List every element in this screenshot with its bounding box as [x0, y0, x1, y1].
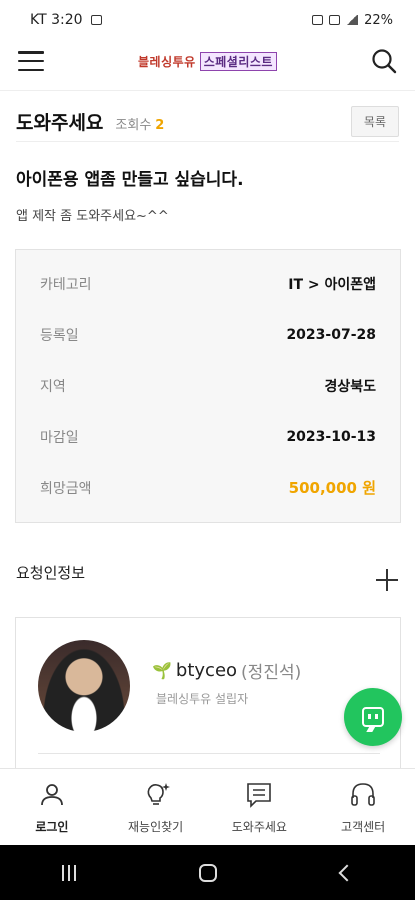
back-icon[interactable]	[338, 864, 356, 881]
status-bar: KT 3:20 22%	[0, 0, 415, 40]
info-value: 경상북도	[324, 378, 376, 395]
views-label: 조회수	[115, 118, 152, 133]
notification-icon	[90, 15, 102, 25]
info-label: 희망금액	[40, 480, 92, 497]
page-title: 도와주세요	[16, 112, 104, 134]
sprout-icon: 🌱	[152, 661, 172, 680]
system-nav-bar	[0, 845, 415, 900]
info-label: 마감일	[40, 429, 79, 446]
nav-label: 재능인찾기	[128, 819, 184, 834]
info-box: 카테고리 IT > 아이폰앱 등록일 2023-07-28 지역 경상북도 마감…	[15, 249, 401, 523]
nav-help-request[interactable]: 도와주세요	[208, 769, 312, 845]
profile-card: 🌱 btyceo (정진석) 블레싱투유 설립자	[15, 617, 401, 787]
post-title: 아이폰용 앱좀 만들고 싶습니다.	[16, 170, 244, 190]
info-row-deadline: 마감일 2023-10-13	[40, 411, 376, 462]
status-left: KT 3:20	[30, 12, 102, 28]
info-value: 2023-07-28	[286, 326, 376, 343]
avatar[interactable]	[38, 640, 130, 732]
user-icon	[40, 783, 63, 805]
plus-icon[interactable]	[373, 566, 401, 594]
info-label: 카테고리	[40, 276, 92, 293]
info-row-category: 카테고리 IT > 아이폰앱	[40, 258, 376, 309]
view-count: 조회수 2	[115, 114, 164, 133]
signal-icon	[346, 15, 359, 25]
profile-name: 🌱 btyceo (정진석)	[152, 658, 301, 683]
chat-button[interactable]	[344, 688, 402, 746]
info-label: 지역	[40, 378, 66, 395]
post-body: 앱 제작 좀 도와주세요~^^	[16, 209, 169, 224]
headset-icon	[351, 782, 375, 806]
header-divider	[0, 90, 415, 91]
alarm-icon	[312, 15, 324, 25]
price-value: 500,000 원	[288, 479, 376, 497]
page-head: 도와주세요 조회수 2 목록	[16, 106, 399, 142]
logo-text-2: 스페셜리스트	[199, 51, 277, 71]
bottom-nav: 로그인 재능인찾기 도와주세요 고객센터	[0, 768, 415, 845]
nav-customer-center[interactable]: 고객센터	[311, 769, 415, 845]
info-value: IT > 아이폰앱	[288, 276, 376, 293]
home-icon[interactable]	[199, 863, 218, 882]
real-name: (정진석)	[241, 663, 302, 683]
nav-find-talent[interactable]: 재능인찾기	[104, 769, 208, 845]
views-number: 2	[155, 118, 165, 133]
info-label: 등록일	[40, 327, 79, 344]
logo-text-1: 블레싱투유	[138, 54, 196, 69]
nav-label: 고객센터	[341, 819, 386, 834]
card-divider	[38, 753, 380, 754]
info-row-price: 희망금액 500,000 원	[40, 462, 376, 513]
search-icon[interactable]	[371, 48, 397, 74]
carrier-time: KT 3:20	[30, 12, 83, 28]
nav-label: 도와주세요	[231, 819, 287, 834]
info-row-registered: 등록일 2023-07-28	[40, 309, 376, 360]
nav-login[interactable]: 로그인	[0, 769, 104, 845]
list-button[interactable]: 목록	[350, 106, 399, 137]
profile-role: 블레싱투유 설립자	[156, 692, 249, 706]
recents-icon[interactable]	[61, 864, 76, 881]
logo[interactable]: 블레싱투유 스페셜리스트	[138, 51, 277, 71]
info-value: 2023-10-13	[286, 428, 376, 445]
app-header: 블레싱투유 스페셜리스트	[0, 40, 415, 82]
page-title-group: 도와주세요 조회수 2	[16, 108, 164, 135]
lightbulb-icon	[147, 782, 170, 805]
menu-icon[interactable]	[18, 51, 44, 71]
message-list-icon	[247, 782, 272, 808]
battery-level: 22%	[364, 12, 393, 28]
status-right: 22%	[312, 13, 393, 28]
wifi-icon	[329, 15, 341, 25]
username[interactable]: btyceo	[176, 660, 237, 681]
info-row-region: 지역 경상북도	[40, 360, 376, 411]
nav-label: 로그인	[35, 819, 69, 834]
requester-section-title: 요청인정보	[16, 564, 86, 582]
chat-icon	[362, 707, 384, 727]
